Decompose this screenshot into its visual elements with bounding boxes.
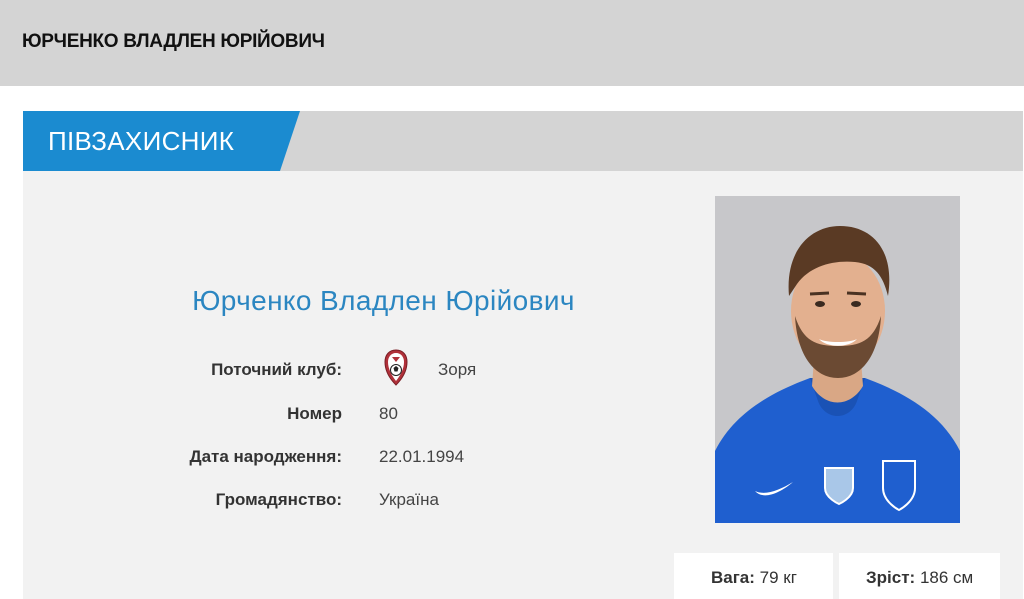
position-tab: ПІВЗАХИСНИК xyxy=(23,111,300,171)
birthdate-value: 22.01.1994 xyxy=(379,447,465,466)
page-title: ЮРЧЕНКО ВЛАДЛЕН ЮРІЙОВИЧ xyxy=(22,31,325,52)
number-label: Номер xyxy=(287,404,342,423)
club-crest-icon[interactable] xyxy=(384,349,408,387)
player-card: ПІВЗАХИСНИК Юрченко Владлен Юрійович Пот… xyxy=(23,111,1023,599)
weight-label: Вага: xyxy=(711,568,755,587)
height-value: 186 см xyxy=(919,568,974,587)
height-label: Зріст: xyxy=(866,568,916,587)
number-value: 80 xyxy=(379,404,398,423)
citizenship-value: Україна xyxy=(379,490,439,509)
club-value[interactable]: Зоря xyxy=(438,360,476,380)
citizenship-label: Громадянство: xyxy=(215,490,342,509)
club-label: Поточний клуб: xyxy=(211,360,342,379)
weight-box: Вага: 79 кг xyxy=(674,553,833,599)
height-box: Зріст: 186 см xyxy=(839,553,1000,599)
player-photo xyxy=(715,196,960,523)
position-label: ПІВЗАХИСНИК xyxy=(48,126,235,156)
card-header: ПІВЗАХИСНИК xyxy=(23,111,1023,171)
weight-value: 79 кг xyxy=(759,568,797,587)
birthdate-label: Дата народження: xyxy=(189,447,342,466)
page-header: ЮРЧЕНКО ВЛАДЛЕН ЮРІЙОВИЧ xyxy=(0,0,1024,86)
player-name: Юрченко Владлен Юрійович xyxy=(192,285,575,316)
